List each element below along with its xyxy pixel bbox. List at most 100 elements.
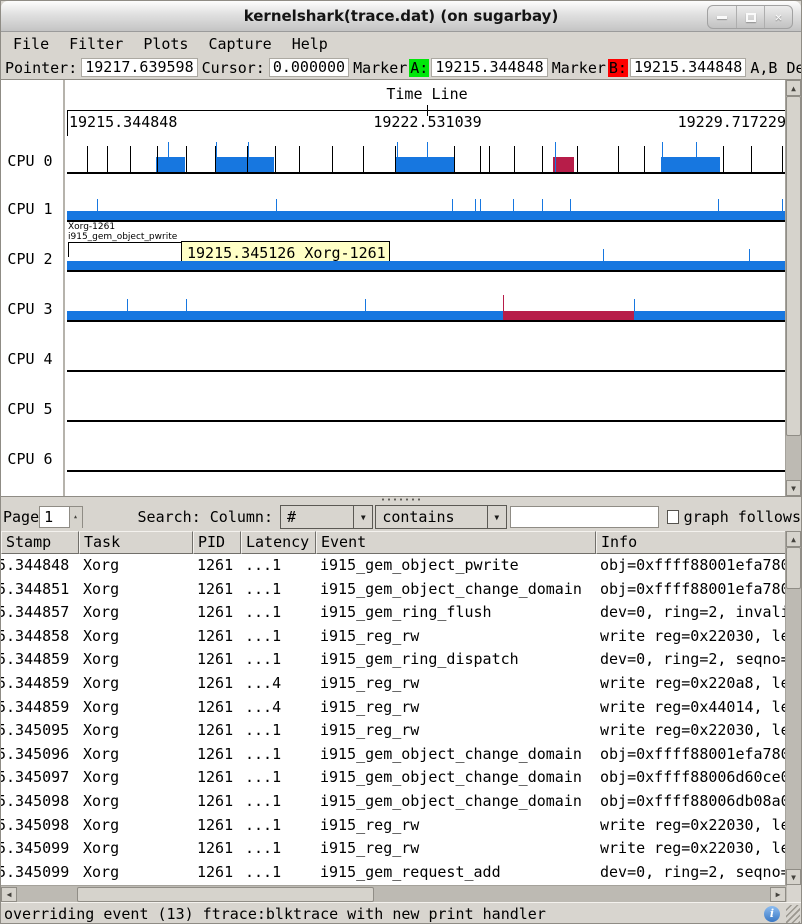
minimize-button[interactable] [708, 6, 736, 28]
menu-help[interactable]: Help [282, 32, 338, 56]
table-cell: i915_reg_rw [316, 719, 596, 743]
table-cell: 1261 [193, 743, 241, 767]
table-row[interactable]: 5.344859Xorg1261...4i915_reg_rwwrite reg… [1, 672, 787, 696]
ruler-labels: 19215.344848 19222.531039 19229.717229 [69, 113, 786, 131]
table-cell: obj=0xffff88001efa780 [596, 578, 787, 602]
match-select[interactable]: contains ▼ [375, 505, 507, 529]
table-cell: 5.344859 [1, 696, 79, 720]
table-cell: Xorg [79, 578, 193, 602]
table-cell: i915_gem_request_add [316, 861, 596, 885]
scroll-down-arrow[interactable]: ▼ [786, 480, 801, 496]
graph-follows-label: graph follows [684, 508, 801, 526]
column-select[interactable]: # ▼ [280, 505, 373, 529]
cpu-label: CPU 2 [1, 250, 59, 268]
table-vertical-scrollbar[interactable]: ▲ ▼ [785, 531, 801, 885]
table-cell: ...1 [241, 648, 316, 672]
table-cell: i915_gem_ring_dispatch [316, 648, 596, 672]
menu-filter[interactable]: Filter [59, 32, 133, 56]
table-cell: 5.344859 [1, 672, 79, 696]
table-cell: ...1 [241, 766, 316, 790]
table-row[interactable]: 5.344848Xorg1261...1i915_gem_object_pwri… [1, 554, 787, 578]
table-cell: 1261 [193, 719, 241, 743]
event-tick [186, 146, 187, 172]
horizontal-scrollbar-thumb[interactable] [77, 887, 374, 902]
table-body: 5.344848Xorg1261...1i915_gem_object_pwri… [1, 554, 787, 885]
column-header-stamp[interactable]: Stamp [1, 531, 79, 554]
menu-capture[interactable]: Capture [198, 32, 281, 56]
graph-follows-checkbox[interactable] [667, 510, 679, 524]
search-input[interactable] [510, 506, 659, 528]
timeline-canvas[interactable]: Time Line 19215.344848 19222.531039 1922… [67, 80, 787, 496]
table-cell: ...1 [241, 554, 316, 578]
scroll-up-arrow[interactable]: ▲ [786, 80, 801, 96]
table-cell: ...1 [241, 837, 316, 861]
resize-grip[interactable] [786, 905, 800, 923]
table-horizontal-scrollbar: ◀ ▶ [1, 885, 801, 902]
table-cell: 1261 [193, 790, 241, 814]
table-scrollbar-thumb[interactable] [786, 547, 801, 589]
table-row[interactable]: 5.344858Xorg1261...1i915_reg_rwwrite reg… [1, 625, 787, 649]
table-row[interactable]: 5.345098Xorg1261...1i915_gem_object_chan… [1, 790, 787, 814]
column-header-latency[interactable]: Latency [241, 531, 316, 554]
table-row[interactable]: 5.345099Xorg1261...1i915_gem_request_add… [1, 861, 787, 885]
table-cell: Xorg [79, 766, 193, 790]
title-bar[interactable]: kernelshark(trace.dat) (on sugarbay) ✕ [1, 1, 801, 32]
close-button[interactable]: ✕ [764, 6, 792, 28]
table-row[interactable]: 5.345095Xorg1261...1i915_reg_rwwrite reg… [1, 719, 787, 743]
spin-up-icon[interactable]: ▲ [70, 507, 82, 527]
scroll-left-arrow[interactable]: ◀ [1, 887, 17, 902]
table-cell: 5.344859 [1, 648, 79, 672]
column-header-event[interactable]: Event [316, 531, 596, 554]
event-tick-blue [186, 299, 187, 320]
table-cell: i915_gem_ring_flush [316, 601, 596, 625]
match-select-value: contains [382, 508, 454, 526]
graph-vertical-scrollbar[interactable]: ▲ ▼ [785, 80, 801, 496]
column-header-pid[interactable]: PID [193, 531, 241, 554]
event-tick [751, 146, 752, 172]
column-header-task[interactable]: Task [79, 531, 193, 554]
cpu-label: CPU 5 [1, 400, 59, 418]
menu-file[interactable]: File [3, 32, 59, 56]
scroll-down-arrow[interactable]: ▼ [786, 869, 801, 885]
table-cell: write reg=0x22030, le [596, 625, 787, 649]
table-cell: 5.345099 [1, 861, 79, 885]
chevron-down-icon[interactable]: ▼ [353, 506, 372, 528]
table-cell: obj=0xffff88006d60ce0 [596, 766, 787, 790]
cpu-label: CPU 6 [1, 450, 59, 468]
page-spinner-buttons: ▲ ▼ [69, 507, 82, 527]
table-cell: obj=0xffff88001efa780 [596, 554, 787, 578]
event-tick-blue [662, 142, 663, 172]
table-cell: 1261 [193, 578, 241, 602]
marker-a-badge[interactable]: A: [409, 59, 429, 77]
table-row[interactable]: 5.345099Xorg1261...1i915_reg_rwwrite reg… [1, 837, 787, 861]
scroll-right-arrow[interactable]: ▶ [770, 887, 786, 902]
scroll-up-arrow[interactable]: ▲ [786, 531, 801, 547]
column-header-info[interactable]: Info [596, 531, 787, 554]
table-row[interactable]: 5.344857Xorg1261...1i915_gem_ring_flushd… [1, 601, 787, 625]
event-tick [480, 146, 481, 172]
table-cell: obj=0xffff88001efa780 [596, 743, 787, 767]
menu-plots[interactable]: Plots [133, 32, 198, 56]
table-row[interactable]: 5.345098Xorg1261...1i915_reg_rwwrite reg… [1, 814, 787, 838]
event-tick-blue [749, 249, 750, 270]
table-cell: write reg=0x220a8, le [596, 672, 787, 696]
graph-scrollbar-thumb[interactable] [786, 96, 801, 436]
cpu-run-bar [67, 261, 787, 270]
event-tick-blue [168, 142, 169, 172]
table-row[interactable]: 5.344859Xorg1261...1i915_gem_ring_dispat… [1, 648, 787, 672]
cpu-task-bar [215, 157, 274, 172]
maximize-button[interactable] [736, 6, 764, 28]
table-row[interactable]: 5.344851Xorg1261...1i915_gem_object_chan… [1, 578, 787, 602]
chevron-down-icon[interactable]: ▼ [487, 506, 506, 528]
page-spinner[interactable]: 1 ▲ ▼ [39, 506, 82, 528]
table-row[interactable]: 5.345097Xorg1261...1i915_gem_object_chan… [1, 766, 787, 790]
table-row[interactable]: 5.344859Xorg1261...4i915_reg_rwwrite reg… [1, 696, 787, 720]
marker-b-badge[interactable]: B: [608, 59, 628, 77]
info-icon[interactable]: i [764, 906, 780, 922]
table-row[interactable]: 5.345096Xorg1261...1i915_gem_object_chan… [1, 743, 787, 767]
table-cell: ...1 [241, 719, 316, 743]
event-tick-blue [365, 299, 366, 320]
table-cell: Xorg [79, 672, 193, 696]
horizontal-scroll-track[interactable]: ◀ ▶ [1, 885, 787, 902]
table-cell: Xorg [79, 743, 193, 767]
